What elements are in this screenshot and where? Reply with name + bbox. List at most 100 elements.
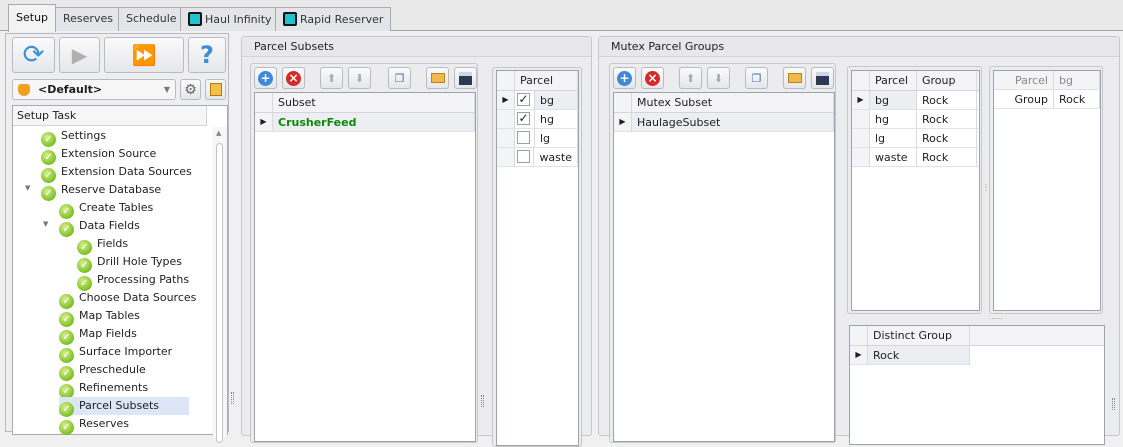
splitter-grip[interactable] xyxy=(481,395,484,407)
mutex-parcel-groups-group: Mutex Parcel Groups + × ⬆ ⬇ ❐ Mutex Subs… xyxy=(598,36,1120,445)
add-icon: + xyxy=(617,70,632,86)
table-row[interactable]: ▶ bg Rock xyxy=(852,91,979,110)
expand-arrow-icon[interactable]: ▼ xyxy=(43,220,48,228)
help-button[interactable]: ? xyxy=(188,37,226,73)
profile-dropdown[interactable]: <Default> ▼ xyxy=(12,79,176,100)
add-button[interactable]: + xyxy=(613,67,636,89)
move-up-button[interactable]: ⬆ xyxy=(679,67,702,89)
table-row[interactable]: lg Rock xyxy=(852,129,979,148)
delete-button[interactable]: × xyxy=(282,67,305,89)
expand-arrow-icon[interactable]: ▼ xyxy=(25,184,30,192)
add-icon: + xyxy=(258,70,273,86)
run-all-button[interactable]: ⏩ xyxy=(104,37,184,73)
open-button[interactable] xyxy=(783,67,806,89)
parcel-checkbox[interactable]: ✓ xyxy=(517,93,530,106)
tree-item[interactable]: ✓ Extension Data Sources xyxy=(41,163,192,183)
property-row[interactable]: Group Rock xyxy=(994,90,1100,109)
tab-setup[interactable]: Setup xyxy=(8,4,57,32)
tree-item[interactable]: ✓ Extension Source xyxy=(41,145,156,165)
table-row[interactable]: lg xyxy=(497,129,578,148)
parcel-cell[interactable]: lg xyxy=(870,129,917,147)
tree-item[interactable]: ▼ ✓ Data Fields xyxy=(43,217,140,237)
property-row[interactable]: Parcel bg xyxy=(994,71,1100,90)
splitter-grip[interactable]: ⋮ xyxy=(982,183,990,192)
tree-item[interactable]: ✓ Processing Paths xyxy=(77,271,189,291)
tree-item[interactable]: ▼ ✓ Reserve Database xyxy=(25,181,162,201)
tab-schedule[interactable]: Schedule xyxy=(118,7,185,31)
table-row[interactable]: ▶ CrusherFeed xyxy=(255,113,475,132)
table-row[interactable]: waste xyxy=(497,148,578,167)
tree-item[interactable]: ✓ Create Tables xyxy=(59,199,153,219)
tree-item[interactable]: ✓ Preschedule xyxy=(59,361,146,381)
open-button[interactable] xyxy=(426,67,449,89)
splitter-grip[interactable] xyxy=(231,392,234,404)
parcel-column-header[interactable]: Parcel xyxy=(515,71,578,90)
property-value[interactable]: bg xyxy=(1054,71,1100,89)
splitter-grip[interactable] xyxy=(1112,398,1115,410)
parcel-checkbox[interactable]: ✓ xyxy=(517,112,530,125)
group-cell[interactable]: Rock xyxy=(917,148,977,166)
add-button[interactable]: + xyxy=(254,67,277,89)
move-up-button[interactable]: ⬆ xyxy=(320,67,343,89)
tree-item[interactable]: ✓ Map Fields xyxy=(59,325,137,345)
tree-item[interactable]: ✓ Reserves xyxy=(59,415,129,435)
parcel-name[interactable]: bg xyxy=(535,91,578,109)
group-cell[interactable]: Rock xyxy=(917,129,977,147)
row-indicator xyxy=(852,129,870,147)
property-value[interactable]: Rock xyxy=(1054,90,1100,108)
tree-item[interactable]: ✓ Choose Data Sources xyxy=(59,289,196,309)
table-row[interactable]: waste Rock xyxy=(852,148,979,167)
table-row[interactable]: ▶ HaulageSubset xyxy=(614,113,834,132)
copy-button[interactable]: ❐ xyxy=(745,67,768,89)
parcel-name[interactable]: hg xyxy=(535,110,578,128)
mutex-subset-grid: Mutex Subset ▶ HaulageSubset xyxy=(613,92,835,442)
profile-settings-button[interactable]: ⚙ xyxy=(180,79,201,100)
parcel-cell[interactable]: bg xyxy=(870,91,917,109)
refresh-button[interactable]: ⟳ xyxy=(12,37,55,73)
tree-item[interactable]: ✓ Refinements xyxy=(59,379,148,399)
table-row[interactable]: hg Rock xyxy=(852,110,979,129)
parcel-cell[interactable]: waste xyxy=(870,148,917,166)
tree-item-label: Reserve Database xyxy=(61,183,162,196)
scrollbar-thumb[interactable] xyxy=(216,143,223,443)
table-row[interactable]: ✓ hg xyxy=(497,110,578,129)
tree-item[interactable]: ✓ Parcel Subsets xyxy=(59,397,190,417)
parcel-name[interactable]: lg xyxy=(535,129,578,147)
parcel-checkbox[interactable] xyxy=(517,131,530,144)
tree-item[interactable]: ✓ Settings xyxy=(41,127,106,147)
tab-reserves[interactable]: Reserves xyxy=(55,7,121,31)
parcel-name[interactable]: waste xyxy=(534,148,578,166)
delete-button[interactable]: × xyxy=(641,67,664,89)
parcel-cell[interactable]: hg xyxy=(870,110,917,128)
copy-button[interactable]: ❐ xyxy=(388,67,411,89)
mutex-subset-column-header[interactable]: Mutex Subset xyxy=(632,93,834,112)
tree-item[interactable]: ✓ Surface Importer xyxy=(59,343,172,363)
scroll-up-icon[interactable]: ▲ xyxy=(216,129,221,137)
tab-label: Reserves xyxy=(63,12,113,25)
parcel-column-header[interactable]: Parcel xyxy=(870,71,917,90)
tree-item[interactable]: ✓ Drill Hole Types xyxy=(77,253,182,273)
distinct-group-cell[interactable]: Rock xyxy=(868,346,970,364)
table-row[interactable]: ▶ Rock xyxy=(850,346,971,365)
tab-rapid-reserver[interactable]: Rapid Reserver xyxy=(275,7,392,31)
group-cell[interactable]: Rock xyxy=(917,91,977,109)
parcel-checkbox[interactable] xyxy=(516,150,530,163)
splitter-grip[interactable]: ······ xyxy=(989,315,1002,323)
group-column-header[interactable]: Group xyxy=(917,71,977,90)
move-down-button[interactable]: ⬇ xyxy=(707,67,730,89)
distinct-group-column-header[interactable]: Distinct Group xyxy=(868,326,970,345)
subset-column-header[interactable]: Subset xyxy=(273,93,475,112)
table-row[interactable]: ▶ ✓ bg xyxy=(497,91,578,110)
tree-item[interactable]: ✓ Fields xyxy=(77,235,128,255)
tree-scrollbar[interactable]: ▲ xyxy=(213,127,227,443)
run-button[interactable]: ▶ xyxy=(59,37,100,73)
move-down-button[interactable]: ⬇ xyxy=(348,67,371,89)
mutex-subset-name[interactable]: HaulageSubset xyxy=(632,113,834,131)
save-button[interactable] xyxy=(811,67,834,89)
subset-name[interactable]: CrusherFeed xyxy=(273,113,475,131)
notes-button[interactable] xyxy=(205,79,226,100)
save-button[interactable] xyxy=(454,67,477,89)
tab-haul-infinity[interactable]: Haul Infinity xyxy=(180,7,280,31)
group-cell[interactable]: Rock xyxy=(917,110,977,128)
tree-item[interactable]: ✓ Map Tables xyxy=(59,307,140,327)
